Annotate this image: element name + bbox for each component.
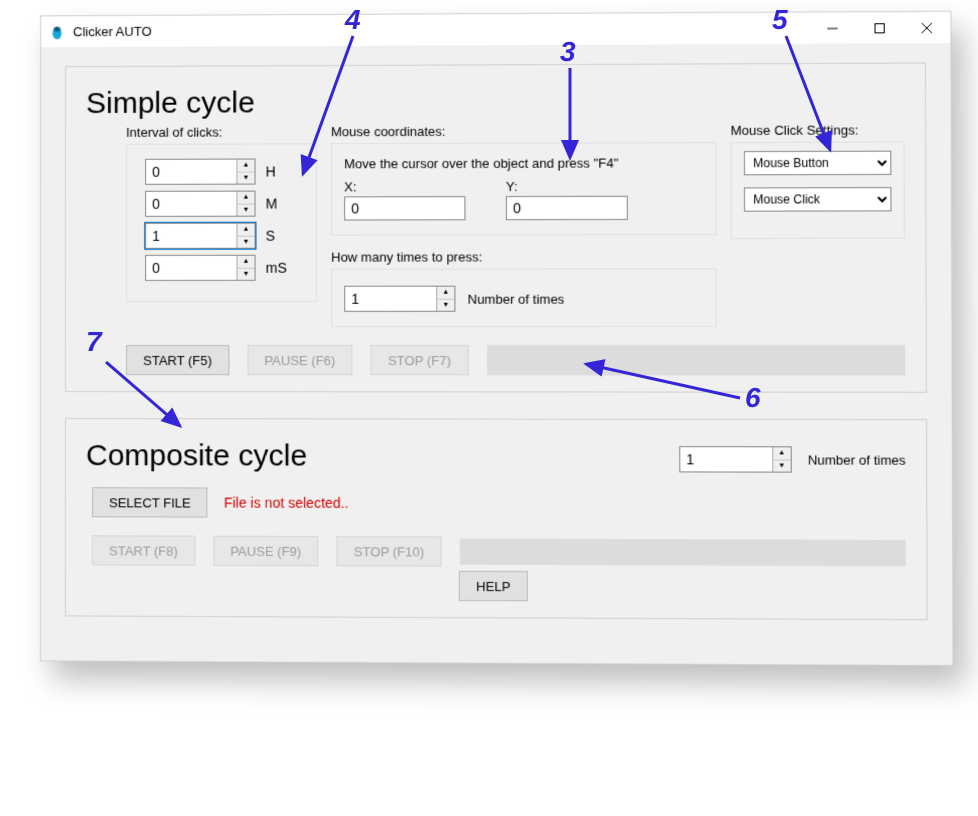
mouse-click-combo[interactable]: Mouse Click [744,187,891,212]
times-suffix: Number of times [468,291,565,306]
composite-start-button[interactable]: START (F8) [92,535,195,565]
interval-label: Interval of clicks: [126,124,317,140]
composite-cycle-title: Composite cycle [86,439,307,474]
client-area: Simple cycle Interval of clicks: ▲▼ H [41,44,953,665]
spin-down-icon[interactable]: ▼ [237,268,254,280]
spin-up-icon[interactable]: ▲ [237,224,254,237]
spin-up-icon[interactable]: ▲ [237,192,254,205]
composite-times-input[interactable] [680,447,772,471]
simple-cycle-group: Simple cycle Interval of clicks: ▲▼ H [65,62,927,392]
composite-cycle-group: Composite cycle ▲▼ Number of times SELEC… [65,418,928,620]
titlebar: Clicker AUTO [41,12,950,49]
coord-x-input[interactable] [344,196,465,220]
coord-x-label: X: [344,179,465,194]
close-button[interactable] [903,11,950,44]
interval-minutes-input[interactable] [146,192,236,216]
select-file-button[interactable]: SELECT FILE [92,487,208,517]
interval-hours-input[interactable] [146,160,236,184]
stop-button[interactable]: STOP (F7) [371,345,469,375]
pause-button[interactable]: PAUSE (F6) [247,345,352,375]
file-status-text: File is not selected.. [224,495,349,511]
times-input[interactable] [345,287,436,311]
app-window: Clicker AUTO Simple cycle Interval of cl… [40,11,954,666]
composite-times-spinner[interactable]: ▲▼ [679,446,791,473]
maximize-button[interactable] [856,12,903,45]
interval-ms-spinner[interactable]: ▲▼ [145,255,255,281]
interval-hours-spinner[interactable]: ▲▼ [145,159,255,185]
composite-progress-bar [460,538,906,566]
interval-minutes-spinner[interactable]: ▲▼ [145,191,255,217]
coords-help-text: Move the cursor over the object and pres… [344,155,703,171]
unit-seconds: S [266,228,296,244]
composite-times-suffix: Number of times [808,452,906,467]
spin-down-icon[interactable]: ▼ [237,204,254,216]
spin-up-icon[interactable]: ▲ [773,447,790,460]
coord-y-label: Y: [506,179,628,194]
help-button[interactable]: HELP [459,571,528,602]
simple-progress-bar [486,345,905,375]
interval-seconds-spinner[interactable]: ▲▼ [145,223,255,249]
spin-up-icon[interactable]: ▲ [237,160,254,173]
unit-ms: mS [266,260,296,276]
start-button[interactable]: START (F5) [126,345,229,375]
unit-minutes: M [266,196,296,212]
minimize-button[interactable] [809,12,856,45]
spin-down-icon[interactable]: ▼ [773,460,790,472]
coord-y-input[interactable] [506,196,628,220]
mouse-button-combo[interactable]: Mouse Button [744,151,891,176]
interval-seconds-input[interactable] [146,224,236,248]
settings-label: Mouse Click Settings: [731,122,905,138]
spin-up-icon[interactable]: ▲ [437,287,454,300]
coords-label: Mouse coordinates: [331,123,716,139]
times-label: How many times to press: [331,249,717,265]
unit-hours: H [266,163,296,179]
interval-ms-input[interactable] [146,256,236,280]
composite-pause-button[interactable]: PAUSE (F9) [213,536,318,567]
spin-up-icon[interactable]: ▲ [237,256,254,269]
spin-down-icon[interactable]: ▼ [237,172,254,184]
window-title: Clicker AUTO [73,24,152,39]
simple-cycle-title: Simple cycle [86,84,904,121]
app-icon [49,24,65,40]
spin-down-icon[interactable]: ▼ [437,299,454,311]
times-spinner[interactable]: ▲▼ [344,286,455,312]
composite-stop-button[interactable]: STOP (F10) [337,536,442,567]
spin-down-icon[interactable]: ▼ [237,236,254,248]
